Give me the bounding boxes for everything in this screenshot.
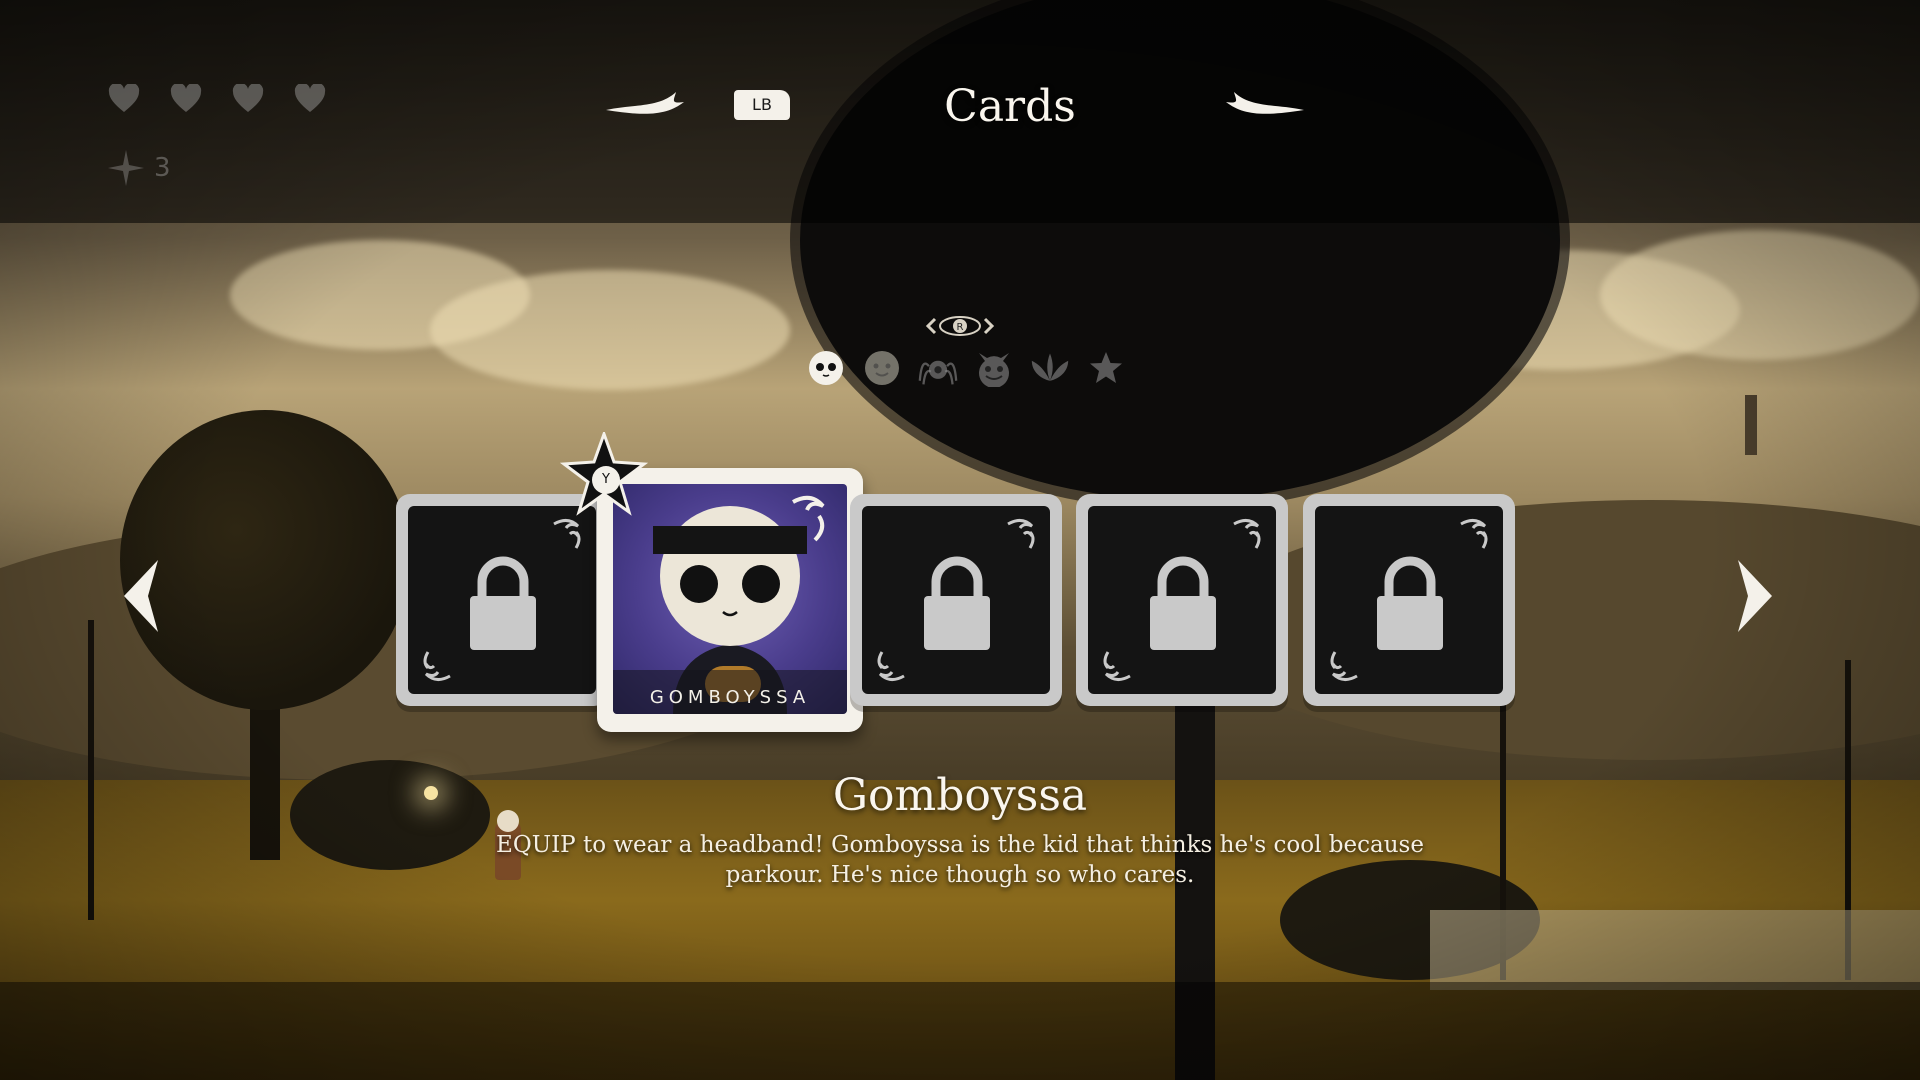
- spider-icon: [918, 360, 958, 385]
- r-stick-hint: R: [925, 313, 995, 343]
- lock-icon: [1150, 556, 1216, 650]
- heart-icon: [294, 84, 326, 112]
- ornament-icon: [1007, 519, 1035, 549]
- ornament-icon: [1233, 519, 1261, 549]
- demon-face-icon: [979, 353, 1009, 387]
- card-locked[interactable]: [1076, 494, 1288, 706]
- heart-icon: [108, 84, 140, 112]
- card-face: [1315, 506, 1503, 694]
- menu-header: LB Cards: [600, 78, 1320, 136]
- category-filter: [806, 348, 1126, 388]
- windmill: [1745, 395, 1757, 455]
- ornament-icon: [1460, 519, 1488, 549]
- bush: [290, 760, 490, 870]
- page-title: Cards: [944, 81, 1076, 132]
- card-name: GOMBOYSSA: [649, 687, 811, 708]
- filter-leaf[interactable]: [1030, 348, 1070, 388]
- heart-icon: [232, 84, 264, 112]
- card-locked[interactable]: [396, 494, 608, 706]
- r-stick-icon: R: [925, 316, 995, 336]
- equip-badge[interactable]: Y: [559, 429, 649, 524]
- lock-icon: [1377, 556, 1443, 650]
- sparkle-icon: [108, 150, 144, 186]
- filter-spider[interactable]: [918, 348, 958, 388]
- sparkle-count: 3: [154, 153, 171, 183]
- leaf-icon: [1031, 353, 1069, 381]
- skull-face-icon: [809, 351, 843, 385]
- card-locked[interactable]: [850, 494, 1062, 706]
- lock-icon: [924, 556, 990, 650]
- bottom-shade: [0, 982, 1920, 1080]
- flag-pole: [88, 620, 94, 920]
- wing-right-icon: [1226, 92, 1304, 114]
- card-face: [1088, 506, 1276, 694]
- card-face: [408, 506, 596, 694]
- cloud: [1600, 230, 1920, 360]
- health-hearts: [108, 84, 326, 114]
- ornament-icon: [877, 651, 905, 681]
- filter-demon[interactable]: [974, 348, 1014, 388]
- ornament-icon: [423, 651, 451, 681]
- r-stick-label: R: [957, 322, 964, 333]
- next-page-arrow[interactable]: [1728, 556, 1778, 636]
- card-locked[interactable]: [1303, 494, 1515, 706]
- y-button-label: Y: [602, 472, 610, 487]
- cloud: [430, 270, 790, 390]
- lb-button[interactable]: LB: [734, 90, 790, 120]
- filter-smile[interactable]: [862, 348, 902, 388]
- heart-icon: [170, 84, 202, 112]
- ornament-icon: [1103, 651, 1131, 681]
- ornament-icon: [1330, 651, 1358, 681]
- lock-icon: [470, 556, 536, 650]
- lamp-glow: [424, 786, 438, 800]
- filter-star[interactable]: [1086, 348, 1126, 388]
- smile-face-icon: [865, 351, 899, 385]
- star-icon: [1090, 352, 1122, 383]
- card-face: [862, 506, 1050, 694]
- fence: [1430, 910, 1920, 990]
- sparkle-counter: 3: [106, 148, 171, 188]
- selected-card-title: Gomboyssa: [832, 770, 1088, 821]
- wing-left-icon: [606, 92, 684, 114]
- selected-card-description: EQUIP to wear a headband! Gomboyssa is t…: [496, 832, 1424, 888]
- previous-page-arrow[interactable]: [118, 556, 168, 636]
- filter-skull[interactable]: [806, 348, 846, 388]
- player-character-head: [497, 810, 519, 832]
